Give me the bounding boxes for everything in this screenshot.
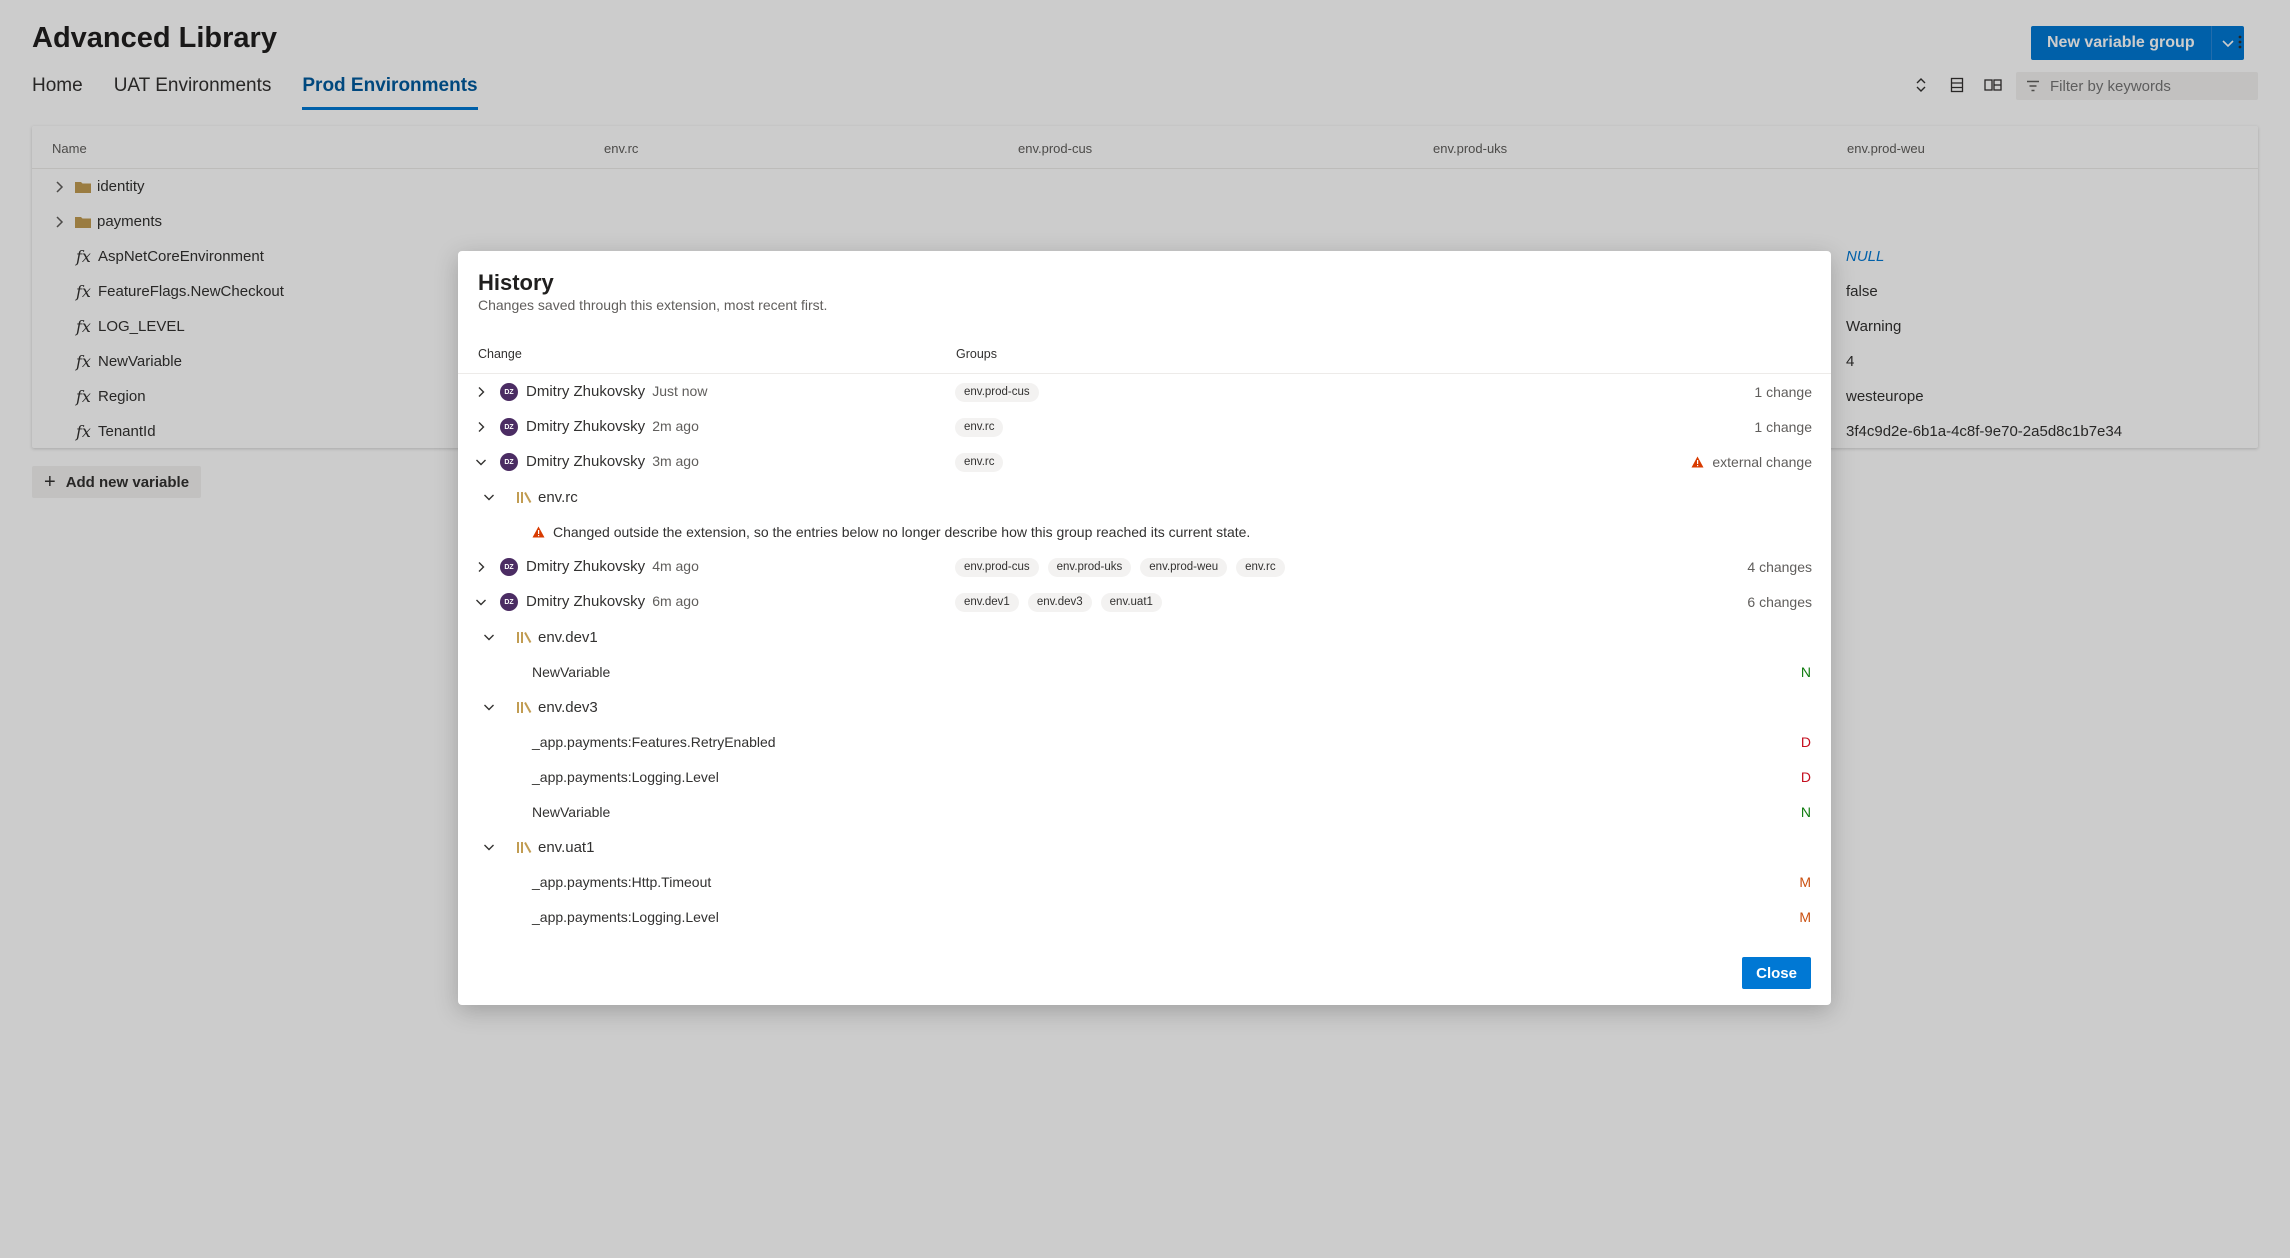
variable-change-row: NewVariable N bbox=[458, 655, 1831, 690]
variable-change-row: _app.payments:Http.Timeout M bbox=[458, 865, 1831, 900]
library-icon bbox=[517, 492, 532, 503]
group-pill: env.rc bbox=[955, 453, 1004, 472]
variable-name: NewVariable bbox=[532, 664, 611, 680]
library-icon bbox=[517, 632, 532, 643]
change-type-badge: N bbox=[1800, 664, 1811, 680]
timestamp: 3m ago bbox=[652, 453, 699, 469]
chevron-down-icon[interactable] bbox=[483, 841, 495, 853]
group-pill: env.prod-cus bbox=[955, 558, 1039, 577]
column-header-change: Change bbox=[478, 347, 522, 361]
author-name: Dmitry Zhukovsky bbox=[526, 418, 646, 435]
external-change-label: external change bbox=[1712, 454, 1812, 470]
timestamp: 2m ago bbox=[652, 418, 699, 434]
avatar: DZ bbox=[500, 453, 518, 471]
group-name: env.rc bbox=[538, 489, 578, 506]
group-pills: env.rc bbox=[955, 453, 1004, 472]
variable-name: _app.payments:Logging.Level bbox=[532, 909, 719, 925]
change-count: 6 changes bbox=[1747, 594, 1812, 610]
variable-name: NewVariable bbox=[532, 804, 611, 820]
dialog-title: History bbox=[478, 270, 554, 295]
timestamp: Just now bbox=[652, 383, 708, 399]
chevron-right-icon[interactable] bbox=[475, 561, 487, 573]
group-pills: env.prod-cus bbox=[955, 383, 1039, 402]
variable-change-row: _app.payments:Logging.Level M bbox=[458, 900, 1831, 935]
history-entry[interactable]: DZ Dmitry Zhukovsky 4m ago env.prod-cus e… bbox=[458, 550, 1831, 585]
group-pill: env.prod-uks bbox=[1047, 558, 1132, 577]
variable-change-row: _app.payments:Logging.Level D bbox=[458, 760, 1831, 795]
group-pill: env.rc bbox=[1236, 558, 1285, 577]
avatar: DZ bbox=[500, 593, 518, 611]
external-change-warning: Changed outside the extension, so the en… bbox=[458, 515, 1831, 550]
avatar: DZ bbox=[500, 418, 518, 436]
variable-change-row: _app.payments:Features.RetryEnabled D bbox=[458, 725, 1831, 760]
chevron-down-icon[interactable] bbox=[483, 631, 495, 643]
history-dialog: History Changes saved through this exten… bbox=[458, 251, 1831, 1005]
group-name: env.uat1 bbox=[538, 839, 595, 856]
history-entry[interactable]: DZ Dmitry Zhukovsky 2m ago env.rc 1 chang… bbox=[458, 410, 1831, 445]
external-change-indicator: external change bbox=[1691, 454, 1812, 470]
group-subrow[interactable]: env.dev3 bbox=[458, 690, 1831, 725]
variable-name: _app.payments:Features.RetryEnabled bbox=[532, 734, 776, 750]
author-name: Dmitry Zhukovsky bbox=[526, 558, 646, 575]
warning-icon bbox=[1691, 456, 1704, 468]
change-type-badge: D bbox=[1800, 769, 1811, 785]
warning-icon bbox=[532, 526, 545, 538]
group-name: env.dev3 bbox=[538, 699, 598, 716]
author-name: Dmitry Zhukovsky bbox=[526, 593, 646, 610]
group-pill: env.uat1 bbox=[1100, 593, 1162, 612]
change-count: 1 change bbox=[1754, 419, 1812, 435]
group-pill: env.dev3 bbox=[1027, 593, 1092, 612]
chevron-down-icon[interactable] bbox=[475, 456, 487, 468]
group-subrow[interactable]: env.uat1 bbox=[458, 830, 1831, 865]
change-type-badge: M bbox=[1799, 909, 1811, 925]
variable-name: _app.payments:Http.Timeout bbox=[532, 874, 712, 890]
chevron-down-icon[interactable] bbox=[483, 491, 495, 503]
chevron-right-icon[interactable] bbox=[475, 421, 487, 433]
history-entry[interactable]: DZ Dmitry Zhukovsky Just now env.prod-cus… bbox=[458, 375, 1831, 410]
timestamp: 6m ago bbox=[652, 593, 699, 609]
group-pills: env.prod-cus env.prod-uks env.prod-weu e… bbox=[955, 558, 1285, 577]
author-name: Dmitry Zhukovsky bbox=[526, 383, 646, 400]
group-pills: env.rc bbox=[955, 418, 1004, 437]
library-icon bbox=[517, 842, 532, 853]
column-header-groups: Groups bbox=[956, 347, 997, 361]
group-name: env.dev1 bbox=[538, 629, 598, 646]
change-type-badge: M bbox=[1799, 874, 1811, 890]
group-pill: env.prod-weu bbox=[1140, 558, 1228, 577]
history-entry-expanded[interactable]: DZ Dmitry Zhukovsky 3m ago env.rc externa… bbox=[458, 445, 1831, 480]
change-count: 4 changes bbox=[1747, 559, 1812, 575]
library-icon bbox=[517, 702, 532, 713]
variable-change-row: NewVariable N bbox=[458, 795, 1831, 830]
avatar: DZ bbox=[500, 558, 518, 576]
group-pills: env.dev1 env.dev3 env.uat1 bbox=[955, 593, 1162, 612]
group-subrow[interactable]: env.dev1 bbox=[458, 620, 1831, 655]
author-name: Dmitry Zhukovsky bbox=[526, 453, 646, 470]
history-entry-expanded[interactable]: DZ Dmitry Zhukovsky 6m ago env.dev1 env.d… bbox=[458, 585, 1831, 620]
warning-text: Changed outside the extension, so the en… bbox=[553, 524, 1251, 540]
group-pill: env.rc bbox=[955, 418, 1004, 437]
change-type-badge: D bbox=[1800, 734, 1811, 750]
group-subrow[interactable]: env.rc bbox=[458, 480, 1831, 515]
chevron-down-icon[interactable] bbox=[483, 701, 495, 713]
group-pill: env.dev1 bbox=[955, 593, 1019, 612]
dialog-subtitle: Changes saved through this extension, mo… bbox=[478, 297, 828, 313]
change-count: 1 change bbox=[1754, 384, 1812, 400]
header-divider bbox=[458, 373, 1831, 374]
close-button[interactable]: Close bbox=[1742, 957, 1811, 989]
change-type-badge: N bbox=[1800, 804, 1811, 820]
chevron-right-icon[interactable] bbox=[475, 386, 487, 398]
group-pill: env.prod-cus bbox=[955, 383, 1039, 402]
avatar: DZ bbox=[500, 383, 518, 401]
chevron-down-icon[interactable] bbox=[475, 596, 487, 608]
variable-name: _app.payments:Logging.Level bbox=[532, 769, 719, 785]
timestamp: 4m ago bbox=[652, 558, 699, 574]
